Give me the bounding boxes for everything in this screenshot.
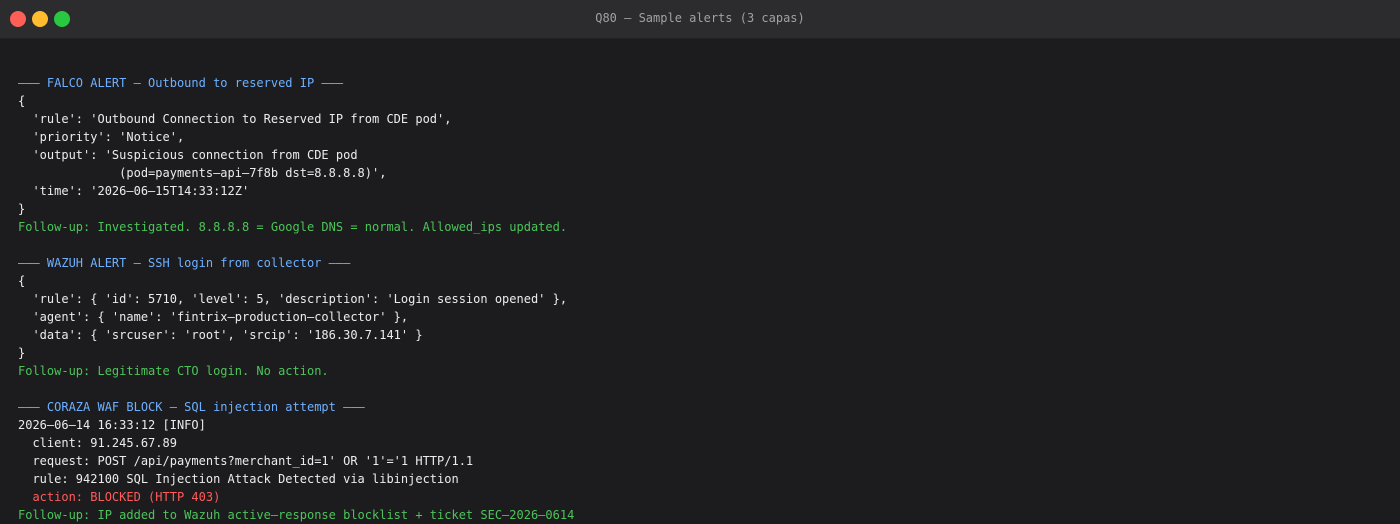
- terminal-output[interactable]: ——— FALCO ALERT — Outbound to reserved I…: [0, 39, 1400, 524]
- coraza-followup: Follow-up: IP added to Wazuh active—resp…: [18, 508, 575, 522]
- coraza-client-line: client: 91.245.67.89: [18, 436, 177, 450]
- coraza-timestamp-line: 2026—06—14 16:33:12 [INFO]: [18, 418, 206, 432]
- falco-alert-header: ——— FALCO ALERT — Outbound to reserved I…: [18, 76, 344, 90]
- falco-rule-line: 'rule': 'Outbound Connection to Reserved…: [18, 112, 452, 126]
- wazuh-followup: Follow-up: Legitimate CTO login. No acti…: [18, 364, 329, 378]
- coraza-rule-line: rule: 942100 SQL Injection Attack Detect…: [18, 472, 459, 486]
- wazuh-agent-line: 'agent': { 'name': 'fintrix—production—c…: [18, 310, 409, 324]
- title-bar: Q80 — Sample alerts (3 capas): [0, 0, 1400, 39]
- falco-priority-line: 'priority': 'Notice',: [18, 130, 185, 144]
- window-title: Q80 — Sample alerts (3 capas): [595, 11, 805, 25]
- json-close-brace: }: [18, 202, 26, 216]
- terminal-window: Q80 — Sample alerts (3 capas) ——— FALCO …: [0, 0, 1400, 524]
- falco-output-continuation: (pod=payments—api—7f8b dst=8.8.8.8)',: [18, 166, 387, 180]
- falco-output-line: 'output': 'Suspicious connection from CD…: [18, 148, 358, 162]
- coraza-request-line: request: POST /api/payments?merchant_id=…: [18, 454, 474, 468]
- json-open-brace: {: [18, 274, 26, 288]
- falco-followup: Follow-up: Investigated. 8.8.8.8 = Googl…: [18, 220, 568, 234]
- coraza-waf-header: ——— CORAZA WAF BLOCK — SQL injection att…: [18, 400, 365, 414]
- falco-time-line: 'time': '2026—06—15T14:33:12Z': [18, 184, 250, 198]
- wazuh-rule-line: 'rule': { 'id': 5710, 'level': 5, 'descr…: [18, 292, 568, 306]
- wazuh-data-line: 'data': { 'srcuser': 'root', 'srcip': '1…: [18, 328, 423, 342]
- json-open-brace: {: [18, 94, 26, 108]
- coraza-action-line: action: BLOCKED (HTTP 403): [18, 490, 221, 504]
- wazuh-alert-header: ——— WAZUH ALERT — SSH login from collect…: [18, 256, 351, 270]
- json-close-brace: }: [18, 346, 26, 360]
